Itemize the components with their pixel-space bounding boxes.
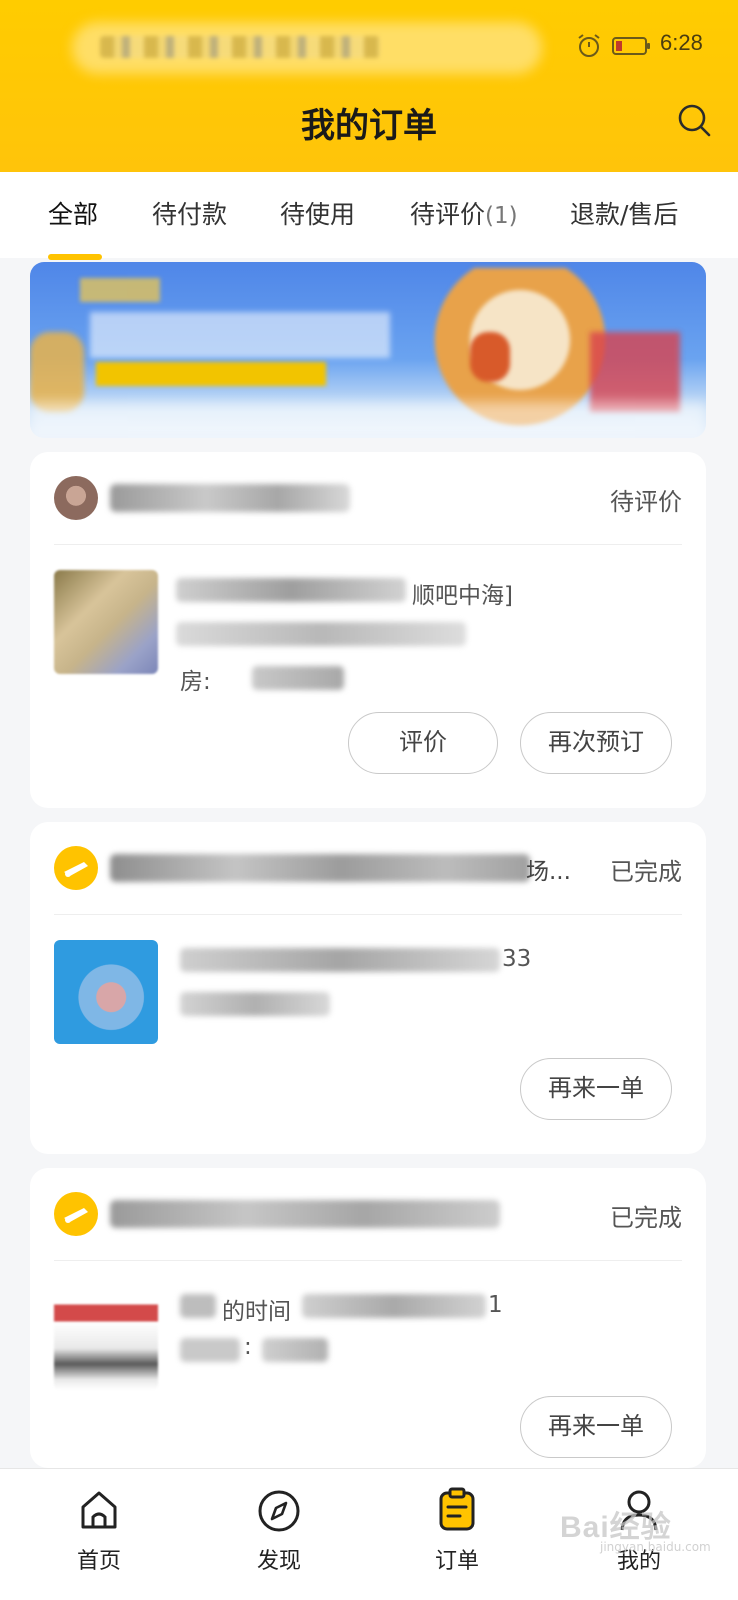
banner-gift-box: [590, 332, 680, 412]
banner-headline: [90, 312, 390, 358]
product-name-blurred: [180, 1294, 216, 1318]
order-date-fragment: 33: [502, 946, 532, 972]
order-card[interactable]: 已完成 的时间 1 : 再来一单: [30, 1168, 706, 1468]
tab-refund-aftersale[interactable]: 退款/售后: [570, 172, 678, 258]
order-date-blurred: [176, 622, 466, 646]
status-time: 6:28: [660, 30, 703, 55]
shop-row[interactable]: 待评价: [54, 474, 682, 522]
shop-row[interactable]: 场... 已完成: [54, 844, 682, 892]
order-tabs: 全部 待付款 待使用 待评价(1) 退款/售后: [0, 172, 738, 258]
product-title-fragment: 顺吧中海]: [412, 583, 513, 609]
order-thumbnail[interactable]: [54, 570, 158, 674]
order-quantity-blurred: [180, 992, 330, 1016]
nav-item-discover[interactable]: 发现: [234, 1479, 324, 1589]
order-thumbnail[interactable]: [54, 1286, 158, 1390]
banner-mascot-mouth: [470, 332, 510, 382]
order-time-label: 的时间: [222, 1299, 291, 1325]
order-list-icon: [439, 1487, 475, 1531]
nav-label: 订单: [434, 1549, 479, 1574]
nav-label: 首页: [76, 1549, 121, 1574]
alarm-icon: [578, 34, 600, 57]
nav-label: 发现: [256, 1549, 301, 1574]
card-divider: [54, 914, 682, 915]
order-status: 已完成: [610, 858, 682, 886]
tab-count-badge: (1): [485, 203, 518, 229]
order-card[interactable]: 待评价 顺吧中海] 房: 评价 再次预订: [30, 452, 706, 808]
shop-logo-icon: [54, 846, 98, 890]
order-date-blurred: [180, 948, 500, 972]
tab-label: 待付款: [152, 200, 228, 229]
banner-clouds: [30, 402, 706, 438]
order-status: 已完成: [610, 1204, 682, 1232]
search-icon[interactable]: [674, 100, 714, 140]
quantity-label-blurred: [180, 1338, 240, 1362]
card-divider: [54, 544, 682, 545]
book-again-button[interactable]: 再次预订: [520, 712, 672, 774]
tab-pending-use[interactable]: 待使用: [280, 172, 355, 258]
banner-mascot-left: [30, 332, 84, 412]
order-status: 待评价: [610, 488, 682, 516]
order-card[interactable]: 场... 已完成 33 再来一单: [30, 822, 706, 1154]
shop-row[interactable]: 已完成: [54, 1190, 682, 1238]
tab-label: 退款/售后: [570, 200, 679, 229]
tab-pending-payment[interactable]: 待付款: [152, 172, 227, 258]
battery-icon: [612, 37, 650, 55]
nav-item-orders[interactable]: 订单: [412, 1479, 502, 1589]
order-date-blurred: [302, 1294, 486, 1318]
tab-label: 待评价: [410, 200, 486, 229]
room-label-fragment: 房:: [180, 669, 211, 695]
review-button[interactable]: 评价: [348, 712, 498, 774]
shop-avatar: [54, 476, 98, 520]
shop-name-blurred: [110, 854, 530, 882]
baidu-watermark-url: jingyan.baidu.com: [600, 1540, 711, 1554]
banner-subline: [96, 362, 326, 386]
tab-label: 全部: [48, 200, 99, 229]
quantity-value-blurred: [262, 1338, 328, 1362]
room-value-blurred: [252, 666, 344, 690]
active-tab-indicator: [48, 254, 102, 260]
order-date-fragment: 1: [488, 1292, 503, 1318]
home-icon: [81, 1491, 117, 1529]
reorder-button[interactable]: 再来一单: [520, 1058, 672, 1120]
shop-name-blurred: [110, 484, 350, 512]
quantity-colon: :: [244, 1334, 252, 1360]
tab-pending-review[interactable]: 待评价(1): [410, 172, 518, 258]
nav-item-home[interactable]: 首页: [54, 1479, 144, 1589]
status-bar-notification-icons: [100, 36, 380, 58]
reorder-button[interactable]: 再来一单: [520, 1396, 672, 1458]
product-title-blurred: [176, 578, 406, 602]
shop-name-suffix: 场...: [526, 859, 571, 885]
page-title: 我的订单: [301, 106, 437, 146]
promo-banner[interactable]: [30, 262, 706, 438]
order-thumbnail[interactable]: [54, 940, 158, 1044]
compass-icon: [258, 1490, 300, 1532]
tab-all[interactable]: 全部: [48, 172, 98, 258]
header-bar: 6:28 我的订单: [0, 0, 738, 172]
shop-logo-icon: [54, 1192, 98, 1236]
banner-tag: [80, 278, 160, 302]
shop-name-blurred: [110, 1200, 500, 1228]
card-divider: [54, 1260, 682, 1261]
status-bar: 6:28: [0, 0, 738, 90]
tab-label: 待使用: [280, 200, 356, 229]
